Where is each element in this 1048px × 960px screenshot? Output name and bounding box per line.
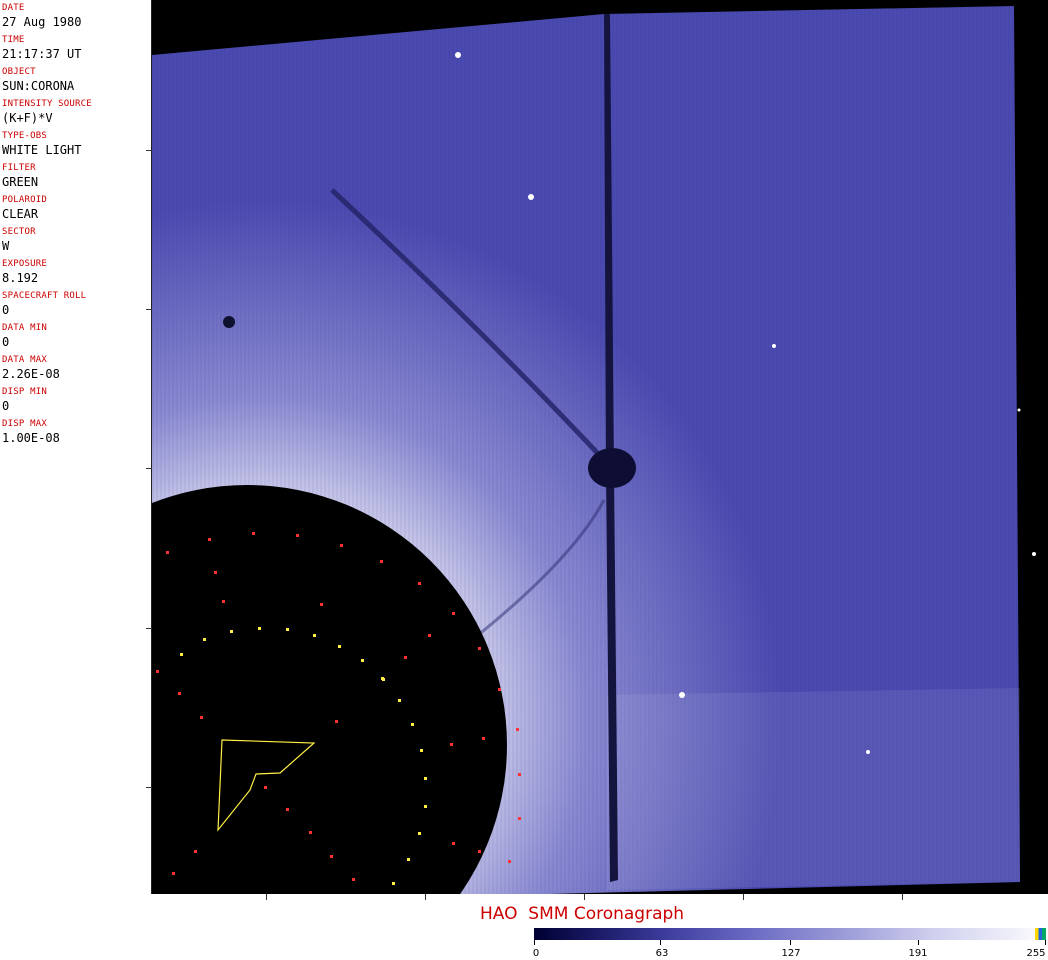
filter-label: FILTER [2, 163, 36, 173]
data-min-label: DATA MIN [2, 323, 47, 333]
colorbar-label-max: 255 [1026, 948, 1046, 959]
data-max-label: DATA MAX [2, 355, 47, 365]
type-obs-label: TYPE-OBS [2, 131, 47, 141]
colorbar-tick [918, 940, 919, 945]
time-value: 21:17:37 UT [2, 47, 82, 61]
colorbar-tick [1045, 940, 1046, 945]
spacecraft-roll-value: 0 [2, 303, 10, 317]
date-value: 27 Aug 1980 [2, 15, 82, 29]
colorbar-tick [534, 940, 535, 945]
object-value: SUN:CORONA [2, 79, 75, 93]
spacecraft-roll-label: SPACECRAFT ROLL [2, 291, 87, 301]
colorbar [534, 928, 1046, 940]
colorbar-label: 63 [655, 948, 669, 959]
object-label: OBJECT [2, 67, 36, 77]
date-label: DATE [2, 3, 25, 13]
polaroid-label: POLAROID [2, 195, 47, 205]
metadata-panel: DATE 27 Aug 1980 TIME 21:17:37 UT OBJECT… [0, 0, 152, 894]
data-min-value: 0 [2, 335, 10, 349]
colorbar-label: 191 [908, 948, 928, 959]
intensity-source-label: INTENSITY SOURCE [2, 99, 92, 109]
colorbar-overflow-swatch [1035, 928, 1046, 940]
sector-label: SECTOR [2, 227, 36, 237]
sector-value: W [2, 239, 10, 253]
colorbar-label: 127 [781, 948, 801, 959]
intensity-source-value: (K+F)*V [2, 111, 53, 125]
colorbar-tick [790, 940, 791, 945]
coronagraph-image [152, 0, 1048, 894]
axis-tick [266, 894, 267, 900]
exposure-label: EXPOSURE [2, 259, 47, 269]
axis-tick [425, 894, 426, 900]
disp-min-value: 0 [2, 399, 10, 413]
filter-value: GREEN [2, 175, 39, 189]
type-obs-value: WHITE LIGHT [2, 143, 82, 157]
time-label: TIME [2, 35, 25, 45]
colorbar-label-min: 0 [532, 948, 540, 959]
polaroid-value: CLEAR [2, 207, 39, 221]
axis-tick [584, 894, 585, 900]
instrument-title: HAO SMM Coronagraph [480, 904, 685, 924]
data-max-value: 2.26E-08 [2, 367, 60, 381]
disp-min-label: DISP MIN [2, 387, 47, 397]
axis-tick [902, 894, 903, 900]
colorbar-tick [660, 940, 661, 945]
axis-tick [743, 894, 744, 900]
disp-max-value: 1.00E-08 [2, 431, 60, 445]
exposure-value: 8.192 [2, 271, 39, 285]
disp-max-label: DISP MAX [2, 419, 47, 429]
